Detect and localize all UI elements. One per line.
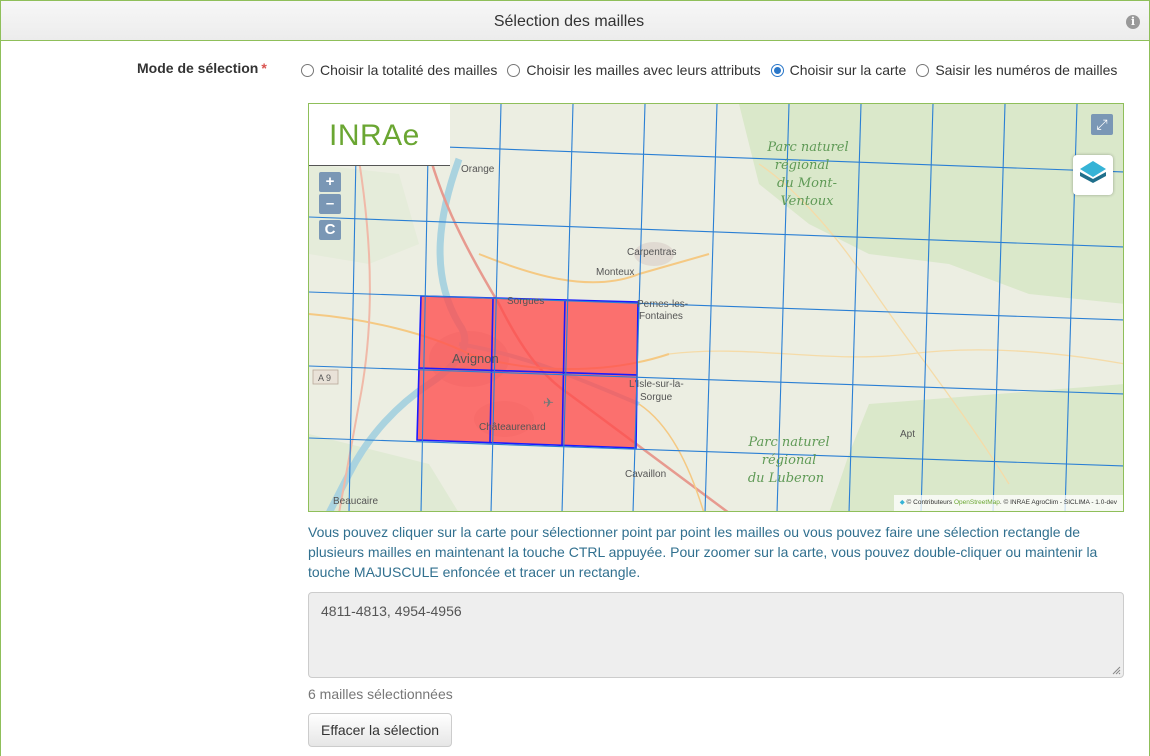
layer-switcher-button[interactable] [1073, 155, 1113, 195]
radio-option-all[interactable]: Choisir la totalité des mailles [301, 62, 497, 78]
label-cavaillon: Cavaillon [625, 469, 666, 480]
inrae-logo: INRAe [329, 119, 420, 152]
label-pernes-1: Pernes-les- [637, 299, 688, 310]
label-sorgues: Sorgues [507, 296, 544, 307]
label-parc-luberon-1: Parc naturel [747, 435, 829, 450]
attribution-info-icon[interactable]: ◆ [900, 499, 905, 506]
clear-selection-button[interactable]: Effacer la sélection [308, 713, 452, 747]
zoom-out-button[interactable]: – [319, 194, 341, 214]
panel-title: Sélection des mailles [493, 13, 645, 30]
label-parc-luberon-2: régional [762, 453, 817, 468]
label-monteux: Monteux [596, 267, 634, 278]
label-a9: A 9 [318, 373, 331, 383]
label-isle-2: Sorgue [640, 392, 673, 403]
selected-cells-value: 4811-4813, 4954-4956 [321, 603, 462, 619]
selection-map[interactable]: ✈ Orange Carpentras Monteux Sorgues Pern… [308, 103, 1124, 512]
label-orange: Orange [461, 164, 495, 175]
radio-label-all: Choisir la totalité des mailles [320, 62, 498, 78]
radio-option-attributes[interactable]: Choisir les mailles avec leurs attributs [507, 62, 761, 78]
radio-numbers[interactable] [916, 63, 930, 77]
label-pernes-2: Fontaines [639, 311, 683, 322]
radio-label-map: Choisir sur la carte [789, 62, 907, 78]
label-parc-ventoux-2: régional [775, 158, 830, 173]
map-attribution: ◆ © Contributeurs OpenStreetMap. © INRAE… [893, 495, 1123, 511]
label-parc-ventoux-3: du Mont- [777, 176, 837, 191]
radio-label-attributes: Choisir les mailles avec leurs attributs [526, 62, 761, 78]
radio-attributes[interactable] [507, 63, 521, 77]
radio-option-map[interactable]: Choisir sur la carte [770, 62, 907, 78]
radio-option-numbers[interactable]: Saisir les numéros de mailles [916, 62, 1117, 78]
map-help-text: Vous pouvez cliquer sur la carte pour sé… [308, 524, 1098, 580]
label-isle-1: L'Isle-sur-la- [629, 379, 684, 390]
required-marker: * [261, 60, 267, 76]
label-carpentras: Carpentras [627, 247, 676, 258]
expand-icon: ⤢ [1096, 116, 1108, 132]
svg-text:✈: ✈ [543, 396, 554, 411]
inrae-logo-box: INRAe [309, 104, 450, 166]
selected-count: 6 mailles sélectionnées [308, 686, 453, 702]
layers-icon [1080, 161, 1106, 183]
fullscreen-button[interactable]: ⤢ [1091, 114, 1113, 135]
mode-label: Mode de sélection * [137, 60, 267, 76]
radio-all[interactable] [301, 63, 314, 77]
selection-mode-radios: Choisir la totalité des mailles Choisir … [301, 61, 1127, 79]
label-avignon: Avignon [452, 351, 499, 366]
zoom-in-button[interactable]: + [319, 172, 341, 192]
label-apt: Apt [900, 429, 915, 440]
label-parc-luberon-3: du Luberon [748, 471, 824, 486]
radio-label-numbers: Saisir les numéros de mailles [935, 62, 1118, 78]
label-beaucaire: Beaucaire [333, 496, 378, 507]
panel-heading: Sélection des mailles i [1, 1, 1149, 41]
radio-map[interactable] [770, 63, 784, 77]
label-chateaurenard: Châteaurenard [479, 422, 546, 433]
resize-grip-icon[interactable] [1112, 666, 1121, 675]
center-button[interactable]: C [319, 220, 341, 240]
selected-cells-field[interactable]: 4811-4813, 4954-4956 [308, 592, 1124, 678]
info-icon[interactable]: i [1126, 15, 1140, 29]
osm-link[interactable]: OpenStreetMap [954, 499, 1000, 506]
label-parc-ventoux-4: Ventoux [780, 194, 834, 209]
label-parc-ventoux-1: Parc naturel [766, 140, 848, 155]
